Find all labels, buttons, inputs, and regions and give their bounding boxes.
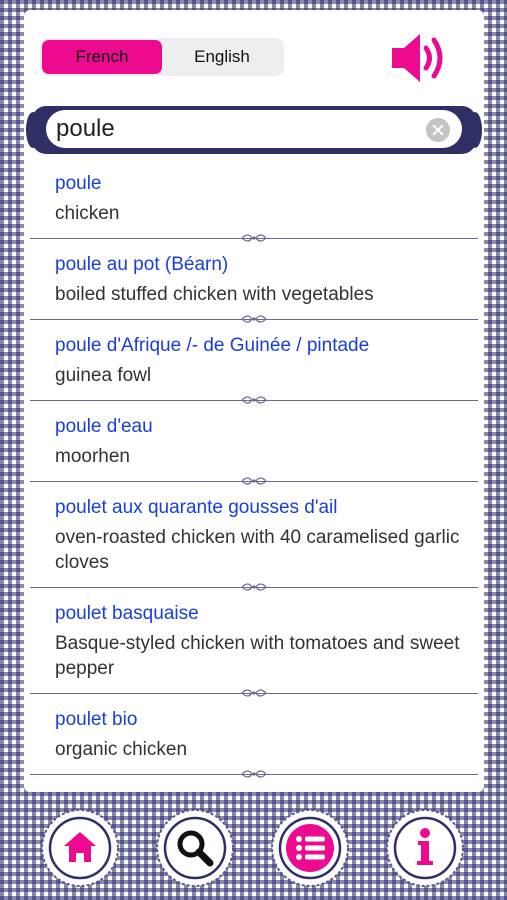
result-item[interactable]: poule au pot (Béarn) boiled stuffed chick… (24, 243, 484, 315)
result-term: poule d'Afrique /- de Guinée / pintade (55, 335, 370, 356)
list-nav-button[interactable] (270, 808, 350, 888)
result-item[interactable]: poule d'eau moorhen (24, 405, 484, 477)
search-bar (26, 106, 482, 154)
result-term: poule (55, 173, 102, 194)
result-item[interactable]: poulet bio organic chicken (24, 698, 484, 770)
search-icon (156, 809, 234, 887)
french-tab[interactable]: French (42, 40, 162, 74)
result-item[interactable]: poulet basquaise Basque-styled chicken wi… (24, 592, 484, 689)
result-definition: boiled stuffed chicken with vegetables (55, 284, 374, 305)
result-separator (30, 689, 478, 698)
info-nav-button[interactable] (385, 808, 465, 888)
result-definition: chicken (55, 203, 120, 224)
result-item[interactable]: poule d'Afrique /- de Guinée / pintade gu… (24, 324, 484, 396)
home-button[interactable] (40, 808, 120, 888)
result-term: poule au pot (Béarn) (55, 254, 229, 275)
result-definition: moorhen (55, 446, 130, 467)
result-definition: Basque-styled chicken with tomatoes and … (55, 633, 460, 679)
home-icon (41, 809, 119, 887)
result-separator (30, 770, 478, 779)
result-term: poulet bio (55, 709, 138, 730)
info-icon (386, 809, 464, 887)
language-toggle: French English (40, 38, 284, 76)
clear-search-button[interactable] (426, 118, 450, 142)
result-term: poulet de grain (55, 787, 474, 792)
result-term: poule d'eau (55, 416, 153, 437)
result-separator (30, 234, 478, 243)
result-definition: oven-roasted chicken with 40 caramelised… (55, 527, 460, 573)
content-panel: French English poule chicken poule au pot … (24, 10, 484, 792)
result-definition: guinea fowl (55, 365, 152, 386)
results-list: poule chicken poule au pot (Béarn) boiled s… (24, 162, 484, 792)
result-separator (30, 583, 478, 592)
result-term: poulet basquaise (55, 603, 199, 624)
result-separator (30, 477, 478, 486)
result-item[interactable]: poule chicken (24, 162, 484, 234)
result-item[interactable]: poulet aux quarante gousses d'ail oven-ro… (24, 486, 484, 583)
result-term: poulet aux quarante gousses d'ail (55, 497, 338, 518)
result-item[interactable]: poulet de grain (24, 779, 484, 792)
search-nav-button[interactable] (155, 808, 235, 888)
english-tab[interactable]: English (162, 40, 282, 74)
list-icon (271, 809, 349, 887)
speaker-icon[interactable] (386, 30, 450, 86)
search-input[interactable] (46, 110, 462, 148)
result-separator (30, 396, 478, 405)
bottom-nav (0, 800, 507, 900)
result-separator (30, 315, 478, 324)
result-definition: organic chicken (55, 739, 188, 760)
